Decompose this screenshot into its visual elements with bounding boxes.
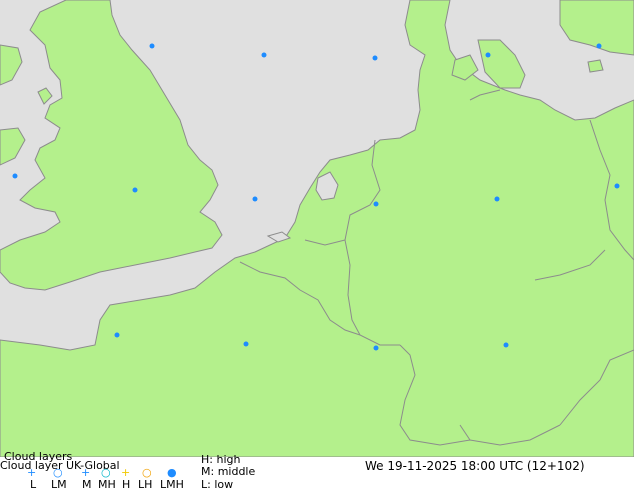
valid-time: We 19-11-2025 18:00 UTC (12+102) <box>365 459 585 473</box>
cloud-marker <box>373 201 379 207</box>
cloud-marker <box>614 183 620 189</box>
cloud-marker <box>12 173 18 179</box>
symbol-high-icon: + <box>121 466 131 479</box>
level-label: H <box>122 478 131 491</box>
cloud-marker <box>149 43 155 49</box>
cloud-marker <box>596 43 602 49</box>
weather-map <box>0 0 634 457</box>
cloud-marker <box>132 187 138 193</box>
cloud-marker <box>485 52 491 58</box>
cloud-marker <box>252 196 258 202</box>
level-label: LH <box>138 478 153 491</box>
cloud-marker <box>261 52 267 58</box>
level-label: L <box>30 478 37 491</box>
cloud-marker <box>114 332 120 338</box>
symbol-low-middle-icon: ○ <box>53 466 63 479</box>
symbol-all-layers-icon: ● <box>167 466 177 479</box>
symbol-middle-high-icon: ○ <box>101 466 111 479</box>
level-label: M <box>82 478 92 491</box>
key-low: L: low <box>201 478 234 491</box>
cloud-marker <box>494 196 500 202</box>
legend-bar: Cloud layers Cloud layer UK-Global + ○ +… <box>0 451 634 491</box>
symbol-low-icon: + <box>27 466 37 479</box>
level-label: MH <box>98 478 116 491</box>
symbol-low-high-icon: ○ <box>142 466 152 479</box>
key-middle: M: middle <box>201 465 256 478</box>
cloud-marker <box>372 55 378 61</box>
land-swedish-isle <box>587 59 604 73</box>
symbol-middle-icon: + <box>81 466 91 479</box>
cloud-marker <box>373 345 379 351</box>
level-label: LMH <box>160 478 184 491</box>
cloud-marker <box>243 341 249 347</box>
cloud-marker <box>503 342 509 348</box>
level-label: LM <box>51 478 67 491</box>
